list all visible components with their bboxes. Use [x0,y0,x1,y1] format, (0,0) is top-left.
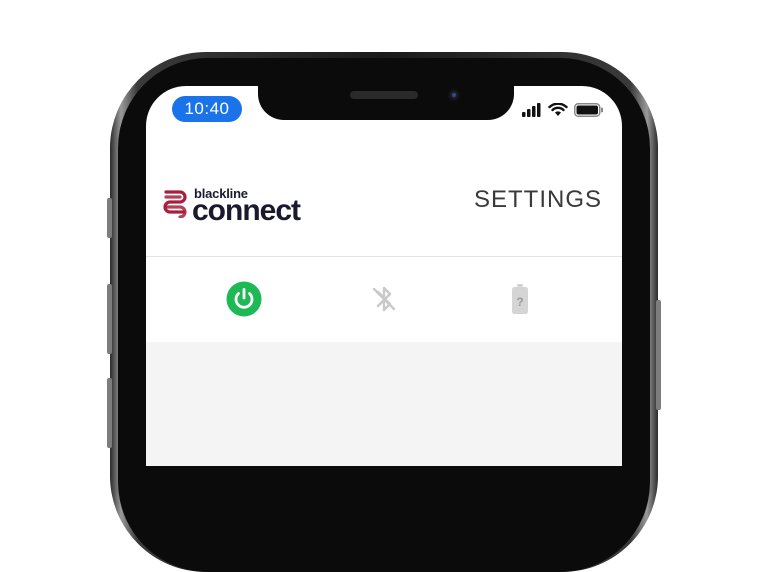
logo-mark-icon [163,190,187,218]
front-camera [448,89,460,101]
status-time: 10:40 [172,96,242,122]
battery-unknown-icon: ? [512,284,528,314]
blackline-connect-logo: blackline connect [162,186,312,230]
app-header: blackline connect SETTINGS [146,172,622,257]
wifi-icon [548,103,568,116]
battery-icon [574,103,603,117]
phone-screen: 10:40 blackline connect SETTINGS ? [146,86,622,466]
power-icon [226,281,262,317]
notch [258,86,514,120]
speaker-grille [350,91,418,99]
side-power-button [656,300,661,410]
battery-status[interactable]: ? [502,281,538,317]
main-content-area [146,342,622,466]
bluetooth-status[interactable] [366,281,402,317]
silent-switch [107,198,112,238]
settings-button[interactable]: SETTINGS [474,186,602,214]
cellular-signal-icon [522,103,541,117]
power-status[interactable] [226,281,262,317]
device-status-row: ? [146,257,622,342]
volume-up-button [107,284,112,354]
svg-text:?: ? [516,295,523,309]
volume-down-button [107,378,112,448]
logo-connect-text: connect [192,194,301,227]
bluetooth-off-icon [372,286,396,312]
status-bar-icons [522,102,604,118]
